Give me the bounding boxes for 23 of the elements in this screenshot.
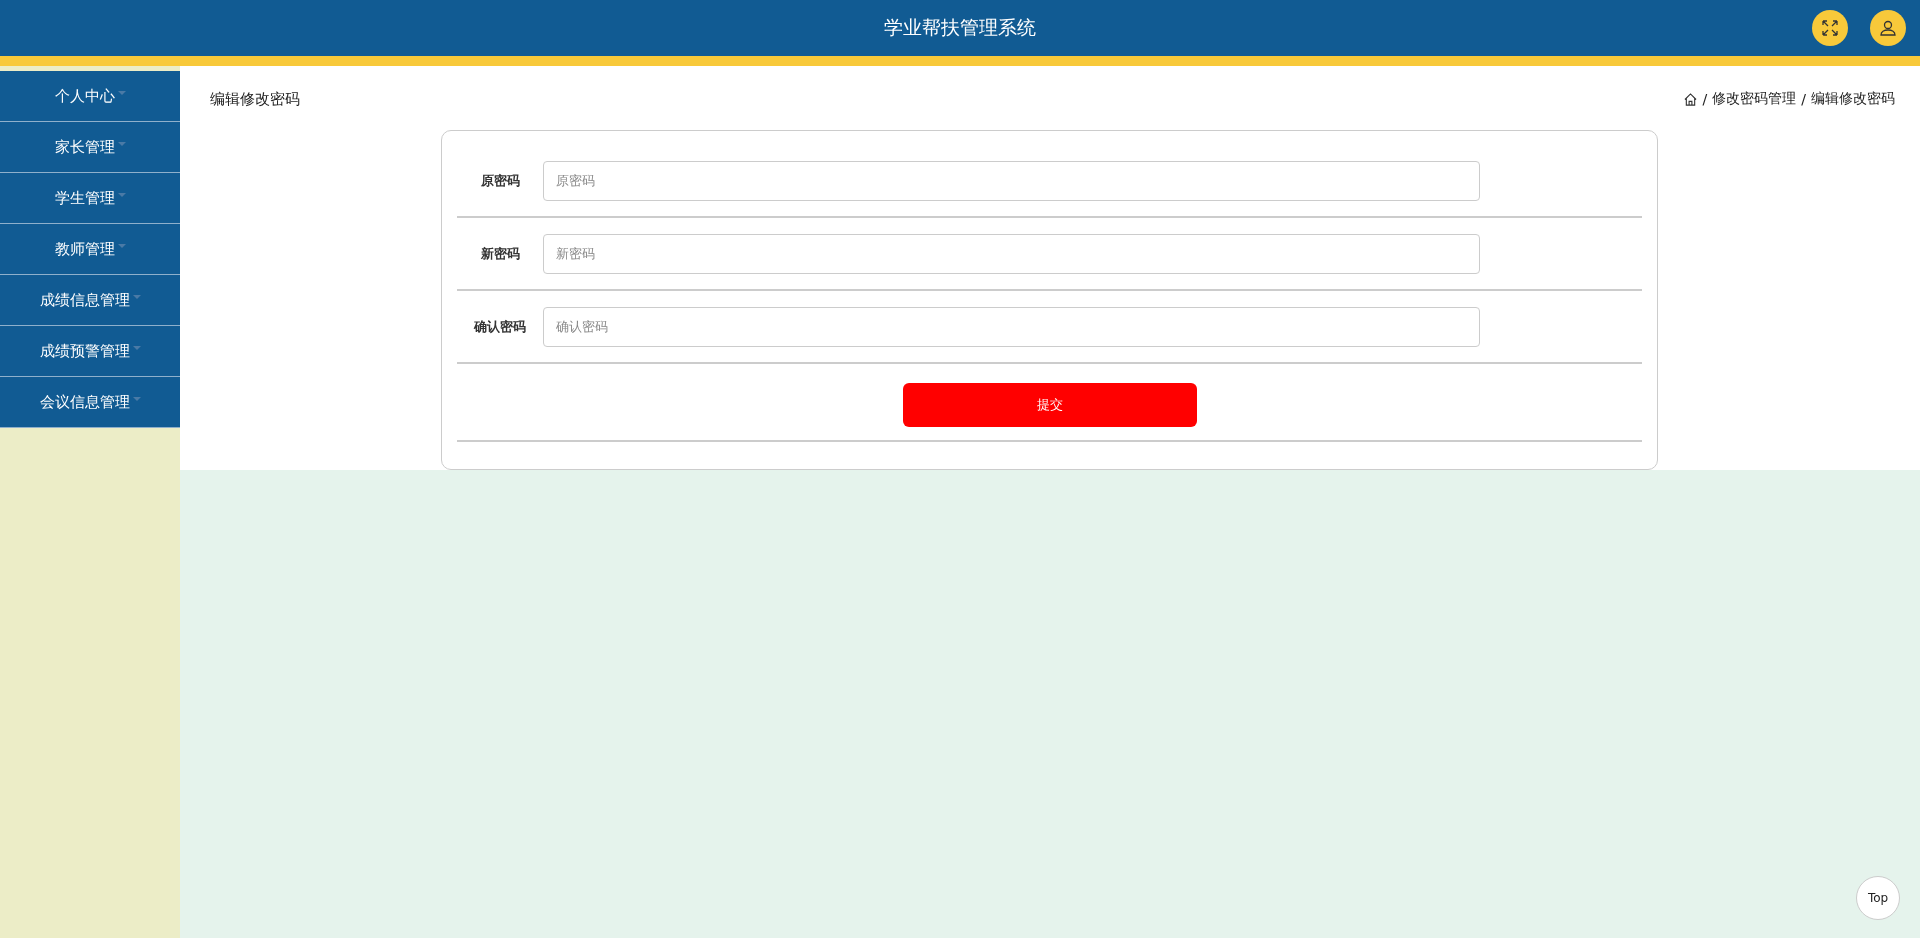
- breadcrumb-item: 编辑修改密码: [1811, 90, 1895, 108]
- breadcrumb-separator: /: [1801, 91, 1806, 107]
- page-title: 编辑修改密码: [210, 89, 300, 109]
- submit-button[interactable]: 提交: [902, 383, 1197, 427]
- field-label: 新密码: [479, 244, 521, 263]
- app-title: 学业帮扶管理系统: [884, 15, 1036, 40]
- sidebar-item[interactable]: 个人中心: [0, 71, 180, 122]
- home-icon[interactable]: [1683, 92, 1697, 106]
- user-icon[interactable]: [1870, 10, 1906, 46]
- password-field[interactable]: 新密码: [543, 233, 1480, 274]
- sidebar-item[interactable]: 家长管理: [0, 122, 180, 173]
- breadcrumb-separator: /: [1702, 91, 1708, 107]
- password-field[interactable]: 确认密码: [543, 306, 1480, 347]
- sidebar-item[interactable]: 会议信息管理: [0, 377, 180, 428]
- sidebar-item[interactable]: 教师管理: [0, 224, 180, 275]
- field-label: 确认密码: [472, 317, 527, 336]
- password-field[interactable]: 原密码: [543, 160, 1480, 201]
- breadcrumb-item[interactable]: 修改密码管理: [1712, 90, 1797, 108]
- sidebar-item[interactable]: 成绩预警管理: [0, 326, 180, 377]
- sidebar-item[interactable]: 成绩信息管理: [0, 275, 180, 326]
- sidebar-item[interactable]: 学生管理: [0, 173, 180, 224]
- fullscreen-icon[interactable]: [1812, 10, 1848, 46]
- field-label: 原密码: [479, 171, 521, 190]
